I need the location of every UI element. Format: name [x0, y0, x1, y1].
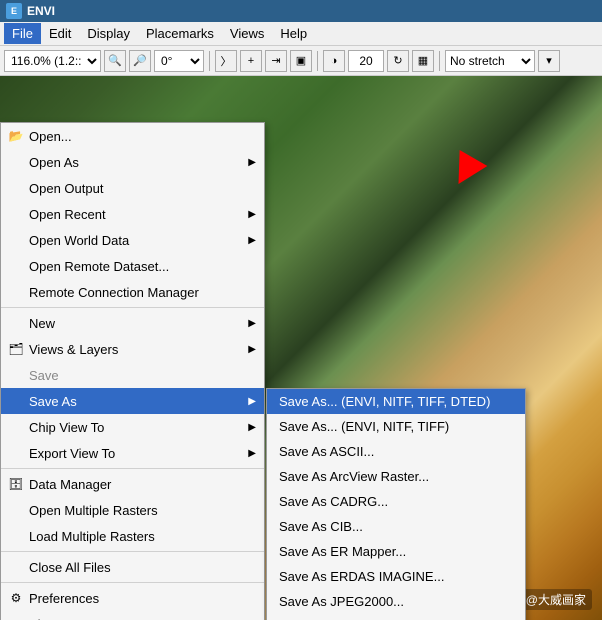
toolbar-separator-2 [317, 51, 318, 71]
data-manager-icon: 🗄 [7, 475, 25, 493]
menu-new[interactable]: New ▶ [1, 310, 264, 336]
arrow-icon-world: ▶ [248, 235, 256, 246]
arrow-icon-saveas: ▶ [248, 396, 256, 407]
saveas-envi-nitf-tiff-dted[interactable]: Save As... (ENVI, NITF, TIFF, DTED) [267, 389, 525, 414]
saveas-er-mapper[interactable]: Save As ER Mapper... [267, 539, 525, 564]
separator-1 [1, 307, 264, 308]
menu-load-multiple[interactable]: Load Multiple Rasters [1, 523, 264, 549]
app-icon: E [6, 3, 22, 19]
histogram-btn[interactable]: ▦ [412, 50, 434, 72]
app-title: ENVI [27, 4, 55, 18]
menu-views-layers[interactable]: 🗂 Views & Layers ▶ [1, 336, 264, 362]
menu-open-remote-dataset[interactable]: Open Remote Dataset... [1, 253, 264, 279]
stretch-select[interactable]: No stretch [445, 50, 535, 72]
toolbar: 116.0% (1.2:: 🔍 🔎 0° 〉 + ⇥ ▣ ◑ ↻ ▦ No st… [0, 46, 602, 76]
preferences-icon: ⚙ [7, 589, 25, 607]
menu-file[interactable]: File [4, 23, 41, 44]
menu-chip-view[interactable]: Chip View To ▶ [1, 414, 264, 440]
crosshair-btn[interactable]: + [240, 50, 262, 72]
menu-open-recent[interactable]: Open Recent ▶ [1, 201, 264, 227]
menu-display[interactable]: Display [79, 23, 138, 44]
layers-icon: 🗂 [7, 340, 25, 358]
arrow-icon-export: ▶ [248, 448, 256, 459]
toolbar-separator-1 [209, 51, 210, 71]
zoom-in-btn[interactable]: 🔎 [129, 50, 151, 72]
overview-btn[interactable]: ▣ [290, 50, 312, 72]
main-area: 知乎 @大威画家 📂 Open... Open As ▶ Open Output… [0, 76, 602, 620]
file-menu-dropdown: 📂 Open... Open As ▶ Open Output Open Rec… [0, 122, 265, 620]
menubar: File Edit Display Placemarks Views Help [0, 22, 602, 46]
menu-open-output[interactable]: Open Output [1, 175, 264, 201]
menu-save: Save [1, 362, 264, 388]
menu-help[interactable]: Help [272, 23, 315, 44]
refresh-btn[interactable]: ↻ [387, 50, 409, 72]
measure-btn[interactable]: ⇥ [265, 50, 287, 72]
separator-3 [1, 551, 264, 552]
titlebar: E ENVI [0, 0, 602, 22]
menu-placemarks[interactable]: Placemarks [138, 23, 222, 44]
menu-open-as[interactable]: Open As ▶ [1, 149, 264, 175]
menu-open-multiple[interactable]: Open Multiple Rasters [1, 497, 264, 523]
arrow-icon-chip: ▶ [248, 422, 256, 433]
saveas-cib[interactable]: Save As CIB... [267, 514, 525, 539]
saveas-erdas[interactable]: Save As ERDAS IMAGINE... [267, 564, 525, 589]
saveas-ascii[interactable]: Save As ASCII... [267, 439, 525, 464]
menu-shortcut-manager[interactable]: Shortcut Manager [1, 611, 264, 620]
menu-preferences[interactable]: ⚙ Preferences [1, 585, 264, 611]
saveas-cadrg[interactable]: Save As CADRG... [267, 489, 525, 514]
stretch-settings-btn[interactable]: ▾ [538, 50, 560, 72]
hand-tool-btn[interactable]: 〉 [215, 50, 237, 72]
zoom-select[interactable]: 116.0% (1.2:: [4, 50, 101, 72]
rotation-select[interactable]: 0° [154, 50, 204, 72]
toolbar-separator-3 [439, 51, 440, 71]
arrow-icon-views: ▶ [248, 344, 256, 355]
open-icon: 📂 [7, 127, 25, 145]
zoom-out-btn[interactable]: 🔍 [104, 50, 126, 72]
separator-4 [1, 582, 264, 583]
menu-remote-connection[interactable]: Remote Connection Manager [1, 279, 264, 305]
menu-open[interactable]: 📂 Open... [1, 123, 264, 149]
arrow-icon-recent: ▶ [248, 209, 256, 220]
menu-save-as[interactable]: Save As ▶ Save As... (ENVI, NITF, TIFF, … [1, 388, 264, 414]
brightness-input[interactable] [348, 50, 384, 72]
saveas-jpeg2000[interactable]: Save As JPEG2000... [267, 589, 525, 614]
saveas-submenu: Save As... (ENVI, NITF, TIFF, DTED) Save… [266, 388, 526, 620]
arrow-icon-new: ▶ [248, 318, 256, 329]
saveas-pci[interactable]: Save As PCI... [267, 614, 525, 620]
menu-export-view[interactable]: Export View To ▶ [1, 440, 264, 466]
saveas-arcview[interactable]: Save As ArcView Raster... [267, 464, 525, 489]
contrast-icon: ◑ [323, 50, 345, 72]
menu-views[interactable]: Views [222, 23, 272, 44]
menu-data-manager[interactable]: 🗄 Data Manager [1, 471, 264, 497]
menu-open-world-data[interactable]: Open World Data ▶ [1, 227, 264, 253]
menu-close-all[interactable]: Close All Files [1, 554, 264, 580]
arrow-icon: ▶ [248, 157, 256, 168]
menu-edit[interactable]: Edit [41, 23, 79, 44]
saveas-envi-nitf-tiff[interactable]: Save As... (ENVI, NITF, TIFF) [267, 414, 525, 439]
separator-2 [1, 468, 264, 469]
